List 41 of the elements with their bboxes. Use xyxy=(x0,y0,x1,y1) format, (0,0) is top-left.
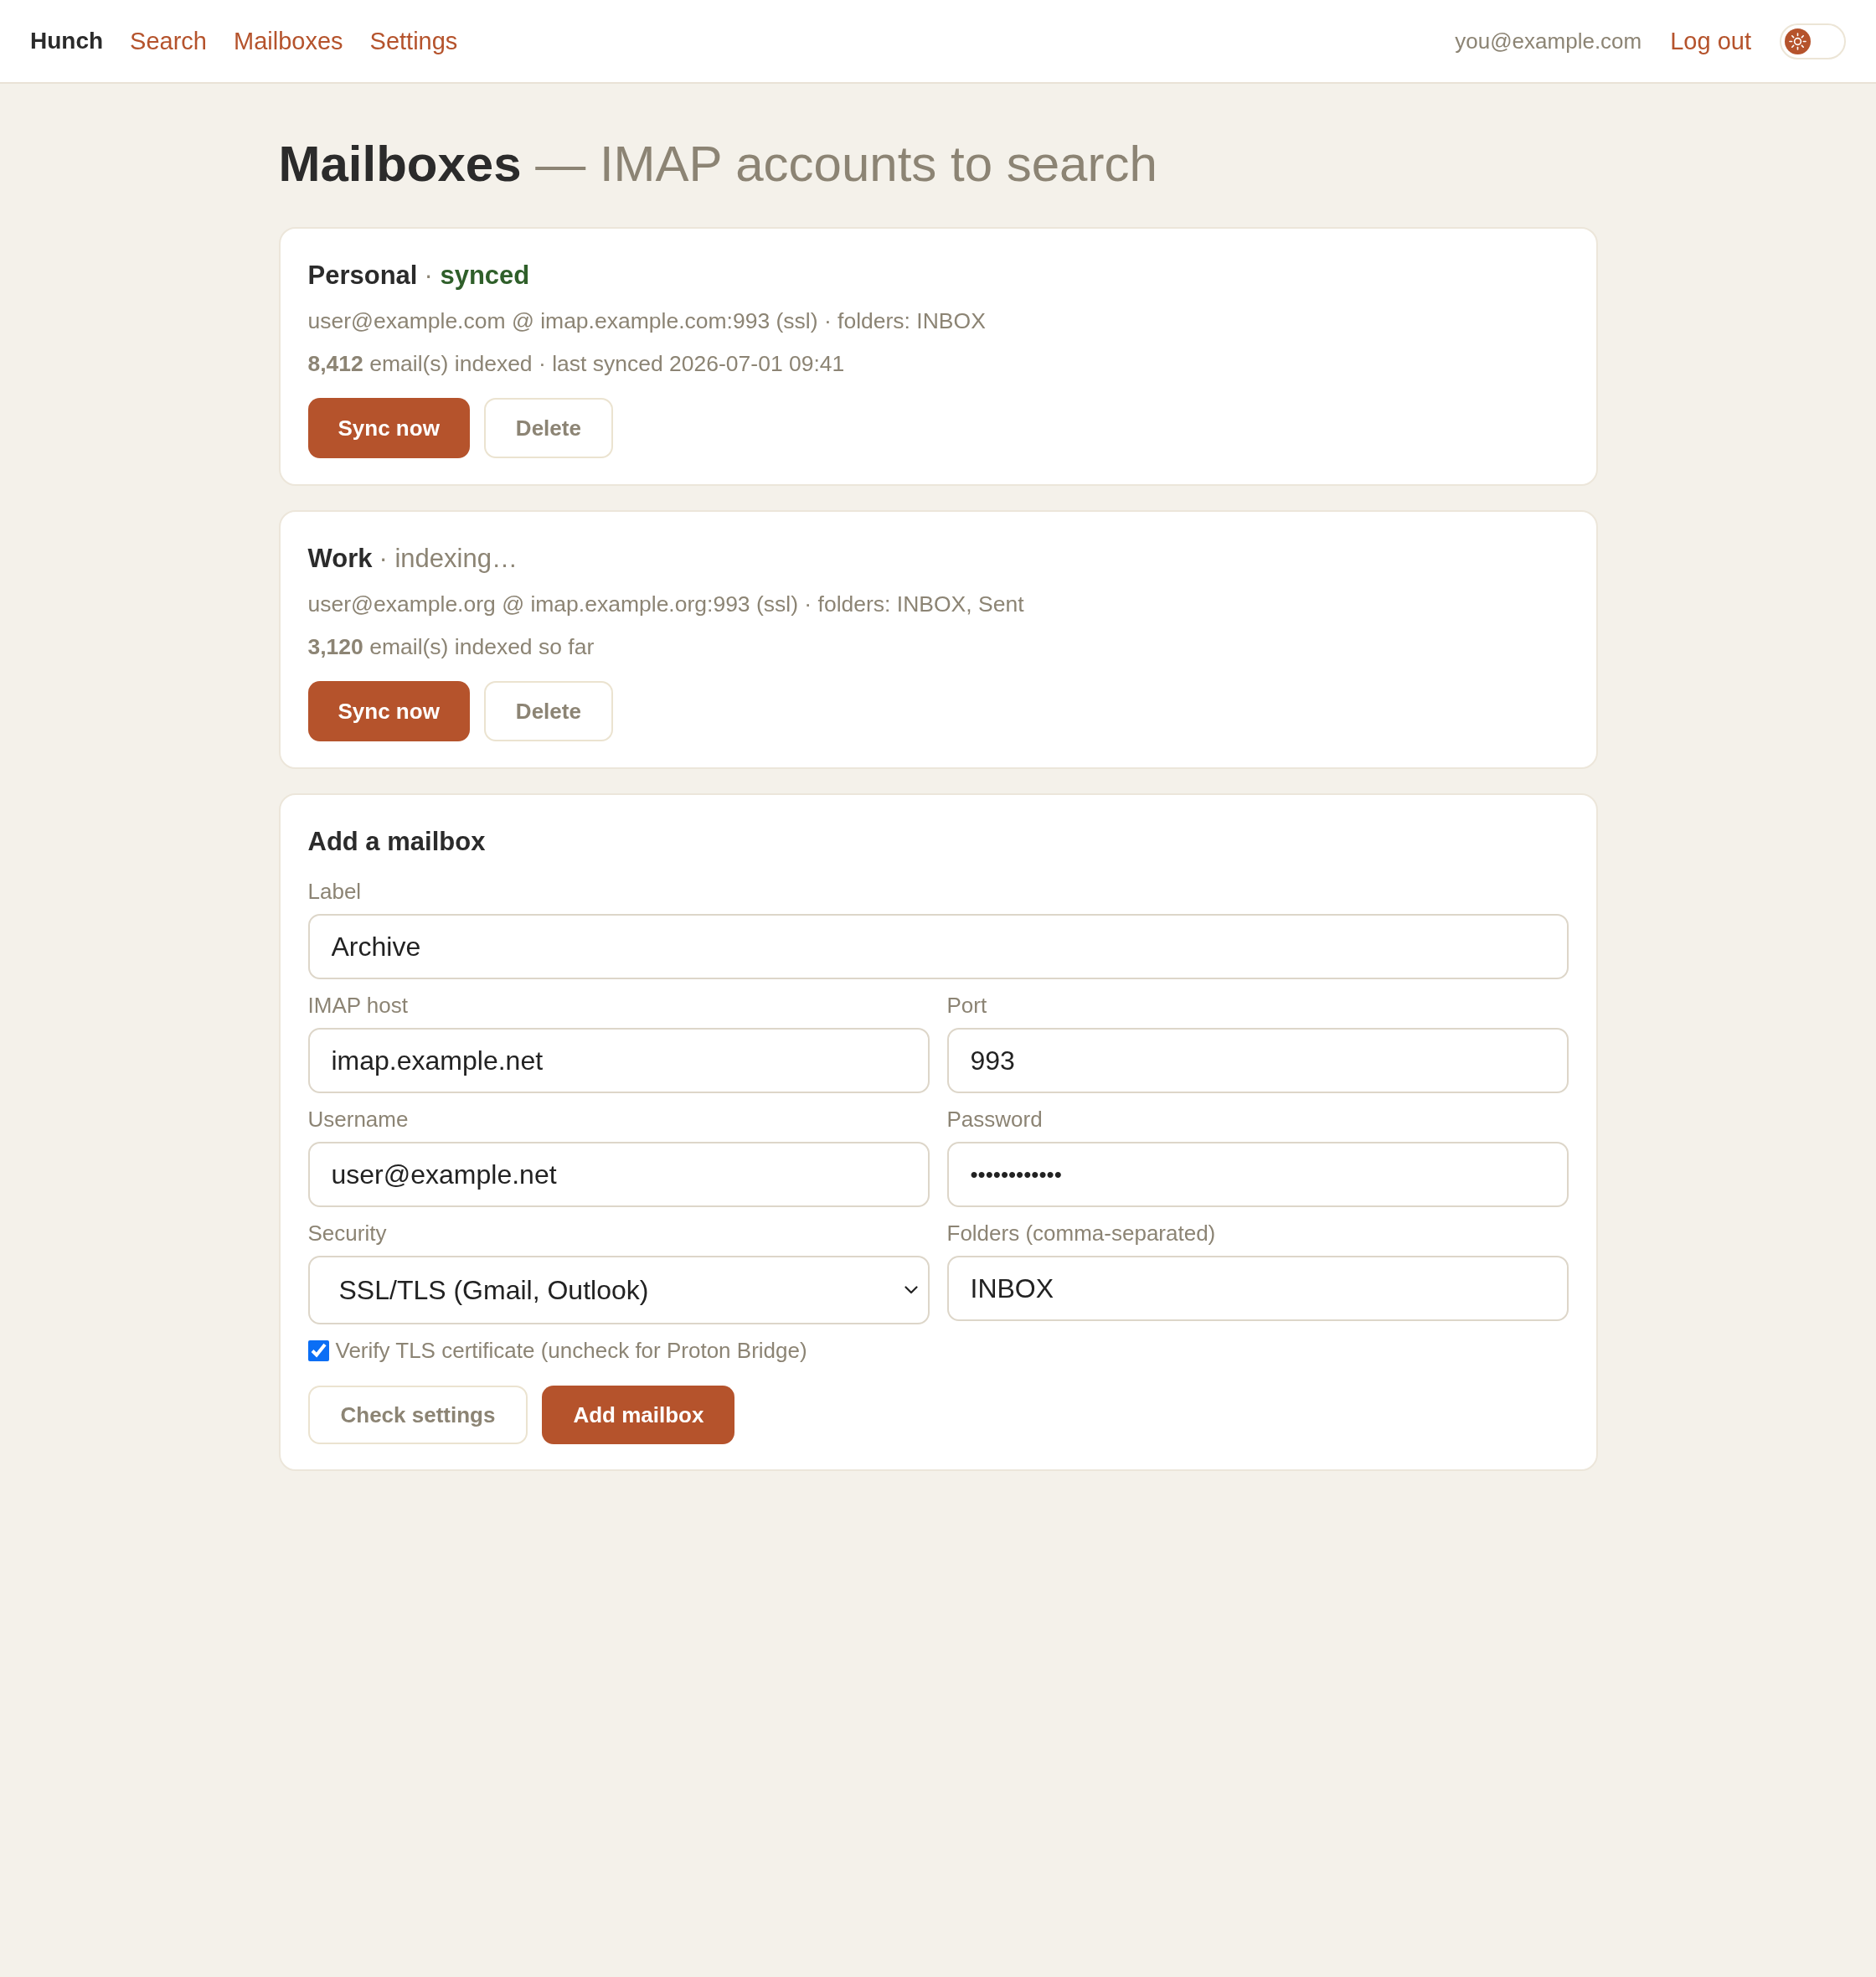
index-summary: 8,412 email(s) indexed · last synced 2026-07-01 09:41 xyxy=(307,350,846,378)
input-field[interactable]: Archive xyxy=(307,914,1569,979)
dropdown-field[interactable]: SSL/TLS (Gmail, Outlook) xyxy=(307,1256,930,1324)
nav-link[interactable]: Settings xyxy=(369,27,458,55)
page-title: Mailboxes — IMAP accounts to search xyxy=(278,135,1158,194)
check-settings-button[interactable]: Check settings xyxy=(307,1386,528,1444)
field-label: Port xyxy=(946,992,987,1019)
sync-button[interactable]: Sync now xyxy=(307,681,470,741)
sync-status: · synced xyxy=(424,260,530,292)
theme-toggle[interactable] xyxy=(1780,23,1846,59)
account-details: user@example.org @ imap.example.org:993 (ssl) · folders: INBOX, Sent xyxy=(307,591,1025,618)
field-label: IMAP host xyxy=(307,992,408,1019)
index-summary: 3,120 email(s) indexed so far xyxy=(307,633,595,661)
sync-button[interactable]: Sync now xyxy=(307,398,470,458)
mailbox-name: Work xyxy=(307,543,373,575)
field-label: Label xyxy=(307,878,362,906)
sync-status: · indexing… xyxy=(379,543,518,575)
checkbox-label: Verify TLS certificate (uncheck for Proton Bridge) xyxy=(335,1337,807,1365)
input-field[interactable]: 993 xyxy=(946,1028,1569,1093)
mailbox-name: Personal xyxy=(307,260,418,292)
password-field[interactable]: •••••••••••• xyxy=(946,1142,1569,1207)
sun-icon xyxy=(1785,28,1811,54)
form-title: Add a mailbox xyxy=(307,826,486,858)
add-mailbox-button[interactable]: Add mailbox xyxy=(542,1386,735,1444)
input-field[interactable]: imap.example.net xyxy=(307,1028,930,1093)
account-details: user@example.com @ imap.example.com:993 (ssl) · folders: INBOX xyxy=(307,307,987,335)
field-label: Username xyxy=(307,1106,409,1133)
chevron-down-icon xyxy=(904,1286,918,1294)
nav-link[interactable]: Mailboxes xyxy=(234,27,343,55)
field-label: Security xyxy=(307,1220,387,1247)
brand-name[interactable]: Hunch xyxy=(30,28,104,54)
nav-link[interactable]: Search xyxy=(130,27,207,55)
field-label: Folders (comma-separated) xyxy=(946,1220,1216,1247)
input-field[interactable]: INBOX xyxy=(946,1256,1569,1321)
delete-button[interactable]: Delete xyxy=(483,681,613,741)
user-email: you@example.com xyxy=(1455,28,1642,54)
logout-link[interactable]: Log out xyxy=(1670,27,1751,55)
field-label: Password xyxy=(946,1106,1043,1133)
delete-button[interactable]: Delete xyxy=(483,398,613,458)
input-field[interactable]: user@example.net xyxy=(307,1142,930,1207)
checkbox[interactable] xyxy=(307,1340,329,1361)
